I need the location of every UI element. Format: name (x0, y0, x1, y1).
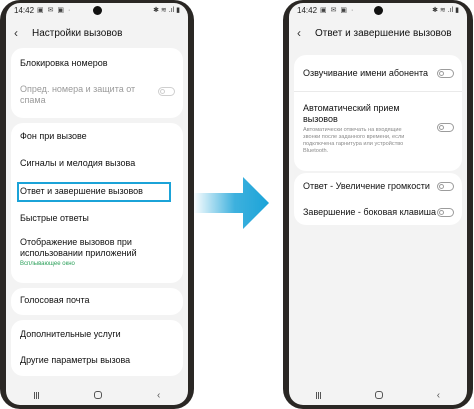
camera-hole (93, 6, 102, 15)
menu-item-label: Блокировка номеров (20, 58, 108, 68)
menu-item-label: Сигналы и мелодия вызова (20, 158, 136, 168)
call-settings-screen: 14:42 ▣ ✉ ▣ · ✱ ≋ .ıl ▮ ‹ Настройки вызо… (6, 3, 188, 405)
card-blocking: Блокировка номеров Опред. номера и защит… (11, 48, 183, 118)
menu-item-label: Голосовая почта (20, 295, 90, 305)
announce-toggle[interactable] (437, 69, 454, 78)
phone-left: 14:42 ▣ ✉ ▣ · ✱ ≋ .ıl ▮ ‹ Настройки вызо… (0, 0, 194, 409)
menu-item-background[interactable]: Фон при вызове (20, 131, 175, 142)
notification-icons: ▣ ✉ ▣ · (320, 7, 355, 14)
menu-item-display-apps[interactable]: Отображение вызовов при использовании пр… (20, 237, 175, 268)
menu-item-volume-up-answer[interactable]: Ответ - Увеличение громкости (303, 181, 454, 192)
menu-item-label: Фон при вызове (20, 131, 87, 141)
card-call-options: Фон при вызове Сигналы и мелодия вызова … (11, 123, 183, 283)
notification-icons: ▣ ✉ ▣ · (37, 7, 72, 14)
menu-item-label: Быстрые ответы (20, 213, 89, 223)
menu-item-voicemail[interactable]: Голосовая почта (20, 295, 175, 306)
menu-item-label: Автоматический прием вызовов (303, 103, 400, 124)
toggle-knob (439, 210, 444, 215)
system-icons: ✱ ≋ .ıl ▮ (432, 7, 459, 14)
card-keys: Ответ - Увеличение громкости Завершение … (294, 173, 462, 225)
menu-item-label: Дополнительные услуги (20, 329, 121, 339)
menu-item-block-numbers[interactable]: Блокировка номеров (20, 58, 175, 69)
screen-header: ‹ Ответ и завершение вызовов (289, 20, 467, 46)
screen-header: ‹ Настройки вызовов (6, 20, 188, 46)
menu-item-quick-replies[interactable]: Быстрые ответы (20, 213, 175, 224)
toggle-knob (439, 125, 444, 130)
menu-item-sublabel: Всплывающее окно (20, 261, 75, 267)
toggle-knob (439, 184, 444, 189)
navigation-bar: ‹ (289, 385, 467, 405)
menu-item-other-settings[interactable]: Другие параметры вызова (20, 355, 175, 366)
card-additional: Дополнительные услуги Другие параметры в… (11, 320, 183, 376)
menu-item-auto-answer[interactable]: Автоматический прием вызовов Автоматичес… (303, 103, 454, 155)
menu-item-announce-caller[interactable]: Озвучивание имени абонента (303, 68, 454, 79)
menu-item-ringtone[interactable]: Сигналы и мелодия вызова (20, 158, 175, 169)
page-title: Настройки вызовов (32, 27, 123, 39)
answer-end-screen: 14:42 ▣ ✉ ▣ · ✱ ≋ .ıl ▮ ‹ Ответ и заверш… (289, 3, 467, 405)
card-announce-auto: Озвучивание имени абонента Автоматически… (294, 55, 462, 171)
side-key-toggle[interactable] (437, 208, 454, 217)
recents-icon[interactable] (33, 391, 39, 399)
right-arrow-icon (193, 177, 269, 229)
menu-item-label: Опред. номера и защита от спама (20, 84, 136, 105)
status-time: 14:42 (297, 5, 318, 15)
menu-item-additional-services[interactable]: Дополнительные услуги (20, 329, 175, 340)
menu-item-description: Автоматически отвечать на входящие звонк… (303, 127, 405, 154)
back-arrow-icon[interactable]: ‹ (14, 26, 26, 40)
home-icon[interactable] (374, 391, 383, 399)
menu-item-side-key-end[interactable]: Завершение - боковая клавиша (303, 207, 454, 218)
menu-item-label: Другие параметры вызова (20, 355, 131, 365)
navigation-bar: ‹ (6, 385, 188, 405)
divider (294, 91, 462, 92)
menu-item-label: Ответ - Увеличение громкости (303, 181, 430, 191)
menu-item-spam[interactable]: Опред. номера и защита от спама (20, 84, 175, 106)
card-voicemail: Голосовая почта (11, 288, 183, 315)
menu-item-label: Завершение - боковая клавиша (303, 207, 436, 217)
camera-hole (374, 6, 383, 15)
back-arrow-icon[interactable]: ‹ (297, 26, 309, 40)
auto-answer-toggle[interactable] (437, 123, 454, 132)
chevron-left-icon[interactable]: ‹ (157, 390, 160, 401)
spam-toggle[interactable] (158, 87, 175, 96)
menu-item-label: Озвучивание имени абонента (303, 68, 428, 78)
home-icon[interactable] (93, 391, 102, 399)
phone-right: 14:42 ▣ ✉ ▣ · ✱ ≋ .ıl ▮ ‹ Ответ и заверш… (283, 0, 473, 409)
page-title: Ответ и завершение вызовов (315, 27, 452, 39)
chevron-left-icon[interactable]: ‹ (437, 390, 440, 401)
toggle-knob (439, 71, 444, 76)
system-icons: ✱ ≋ .ıl ▮ (153, 7, 180, 14)
menu-item-label: Отображение вызовов при использовании пр… (20, 237, 137, 258)
recents-icon[interactable] (315, 391, 321, 399)
toggle-knob (160, 89, 165, 94)
highlight-box (17, 182, 171, 202)
menu-item-answer-end[interactable]: Ответ и завершение вызовов (17, 182, 175, 202)
volume-up-toggle[interactable] (437, 182, 454, 191)
status-time: 14:42 (14, 5, 35, 15)
